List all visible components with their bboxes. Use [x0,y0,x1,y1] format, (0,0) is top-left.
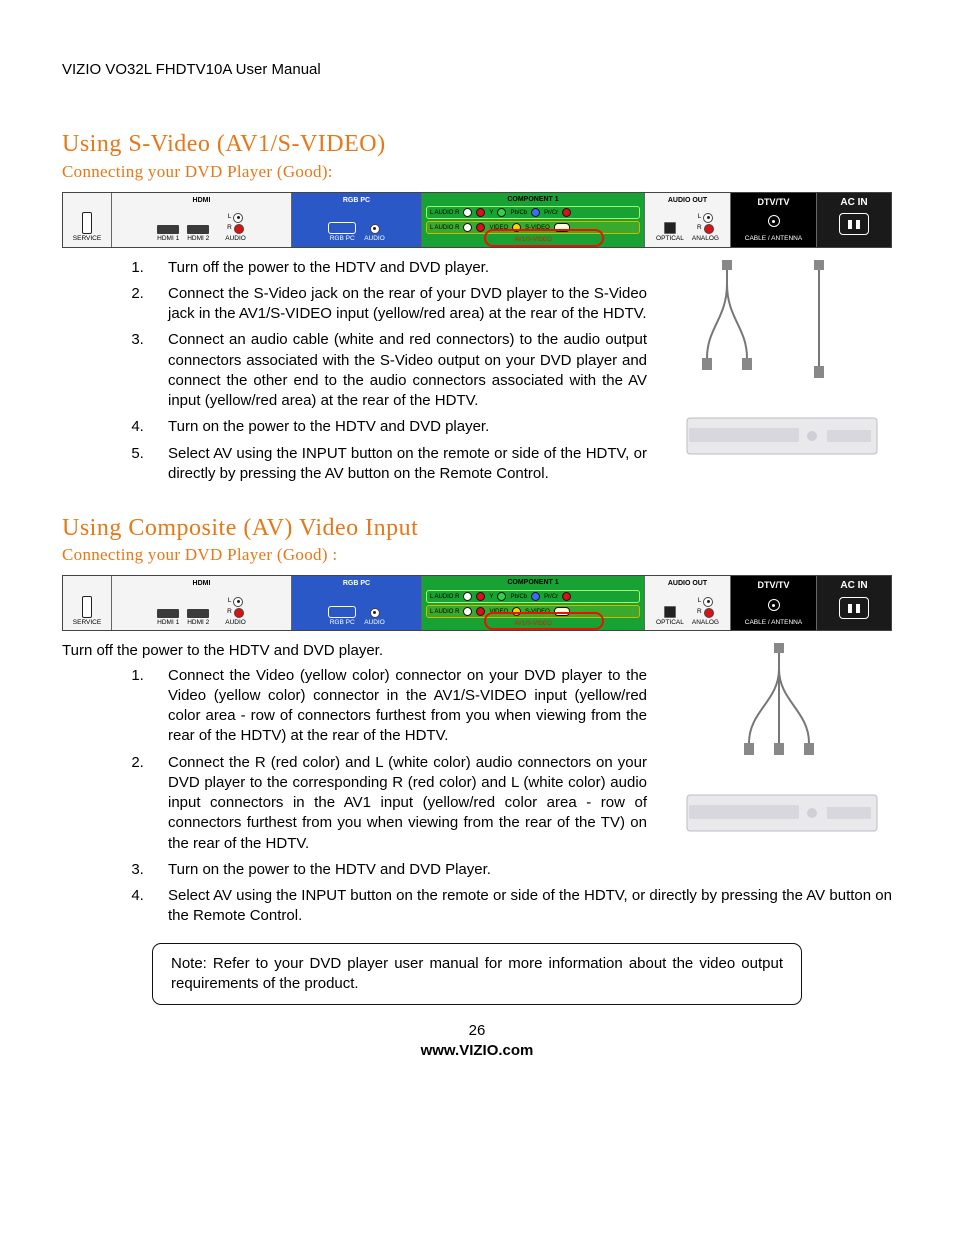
comp-svideo: S-VIDEO [525,224,550,232]
cvid2: VIDEO [489,608,508,616]
port-hdmi1-2: HDMI 1 [157,619,179,628]
port-rgbpc-sub: RGB PC [330,235,355,244]
port-rgbpc-label: RGB PC [343,196,370,205]
optical2: OPTICAL [656,619,684,628]
comp-audio-lbl2: L AUDIO R [430,224,459,232]
svideo-cable-diagram [667,258,892,468]
section2-subtitle: Connecting your DVD Player (Good) : [62,544,892,567]
dtv2: DTV/TV [757,579,789,591]
port-cable: CABLE / ANTENNA [745,235,802,244]
analog2: ANALOG [692,619,719,628]
page-number: 26 [421,1021,534,1041]
rgbpc2: RGB PC [343,579,370,588]
port-hdmi-label: HDMI [193,196,211,205]
comp-video: VIDEO [489,224,508,232]
section2-title: Using Composite (AV) Video Input [62,512,892,544]
port-audioout-label: AUDIO OUT [668,196,707,205]
audio-l2: L [228,597,232,606]
note-box: Note: Refer to your DVD player user manu… [152,943,802,1006]
section2-step-4: Select AV using the INPUT button on the … [148,886,892,927]
section2-step-3: Turn on the power to the HDTV and DVD Pl… [148,860,892,880]
port-rgb-audio: AUDIO [364,235,385,244]
comp-pr: Pr/Cr [544,209,558,217]
ac-plug-icon-2 [839,597,869,619]
footer-url: www.VIZIO.com [421,1041,534,1061]
comp-y: Y [489,209,493,217]
port-service-label: SERVICE [73,235,101,244]
aout-l: L [698,213,702,222]
port-audio-label: AUDIO [225,235,246,244]
audio-lbl2: AUDIO [225,619,246,628]
cpr2: Pr/Cr [544,593,558,601]
port-service-label2: SERVICE [73,619,101,628]
composite-cable-diagram [667,641,892,851]
aoutl2: L [698,597,702,606]
cable2: CABLE / ANTENNA [745,619,802,628]
av1sv2: AV1/S-VIDEO [426,620,640,628]
ac-plug-icon [839,213,869,235]
section1-title: Using S-Video (AV1/S-VIDEO) [62,128,892,160]
audioout2: AUDIO OUT [668,579,707,588]
rear-ports-diagram-composite: SERVICE HDMI HDMI 1 HDMI 2 L R AUDIO RGB… [62,575,892,631]
port-hdmi-label2: HDMI [193,579,211,588]
rear-ports-diagram-svideo: SERVICE HDMI HDMI 1 HDMI 2 L R AUDIO RGB… [62,192,892,248]
rgb-audio2: AUDIO [364,619,385,628]
port-dtv-label: DTV/TV [757,196,789,208]
audio-r2: R [227,608,232,617]
csv2: S-VIDEO [525,608,550,616]
port-component-label: COMPONENT 1 [507,195,558,204]
aoutr2: R [697,608,702,617]
port-hdmi2-2: HDMI 2 [187,619,209,628]
port-hdmi1-label: HDMI 1 [157,235,179,244]
caudio2b: L AUDIO R [430,608,459,616]
port-acin-label: AC IN [840,196,867,210]
doc-header: VIZIO VO32L FHDTV10A User Manual [62,60,892,80]
antenna-icon [768,215,780,227]
av1-svideo-highlight: AV1/S-VIDEO [426,236,640,244]
component-lbl2: COMPONENT 1 [507,578,558,587]
caudio2: L AUDIO R [430,593,459,601]
port-audio-l: L [228,213,232,222]
port-optical: OPTICAL [656,235,684,244]
acin2: AC IN [840,579,867,593]
antenna-icon-2 [768,599,780,611]
cy2: Y [489,593,493,601]
section1-subtitle: Connecting your DVD Player (Good): [62,161,892,184]
cpb2: Pb/Cb [510,593,527,601]
rgbpc-sub2: RGB PC [330,619,355,628]
port-analog: ANALOG [692,235,719,244]
comp-pb: Pb/Cb [510,209,527,217]
port-audio-r: R [227,224,232,233]
port-hdmi2-label: HDMI 2 [187,235,209,244]
comp-audio-lbl: L AUDIO R [430,209,459,217]
aout-r: R [697,224,702,233]
